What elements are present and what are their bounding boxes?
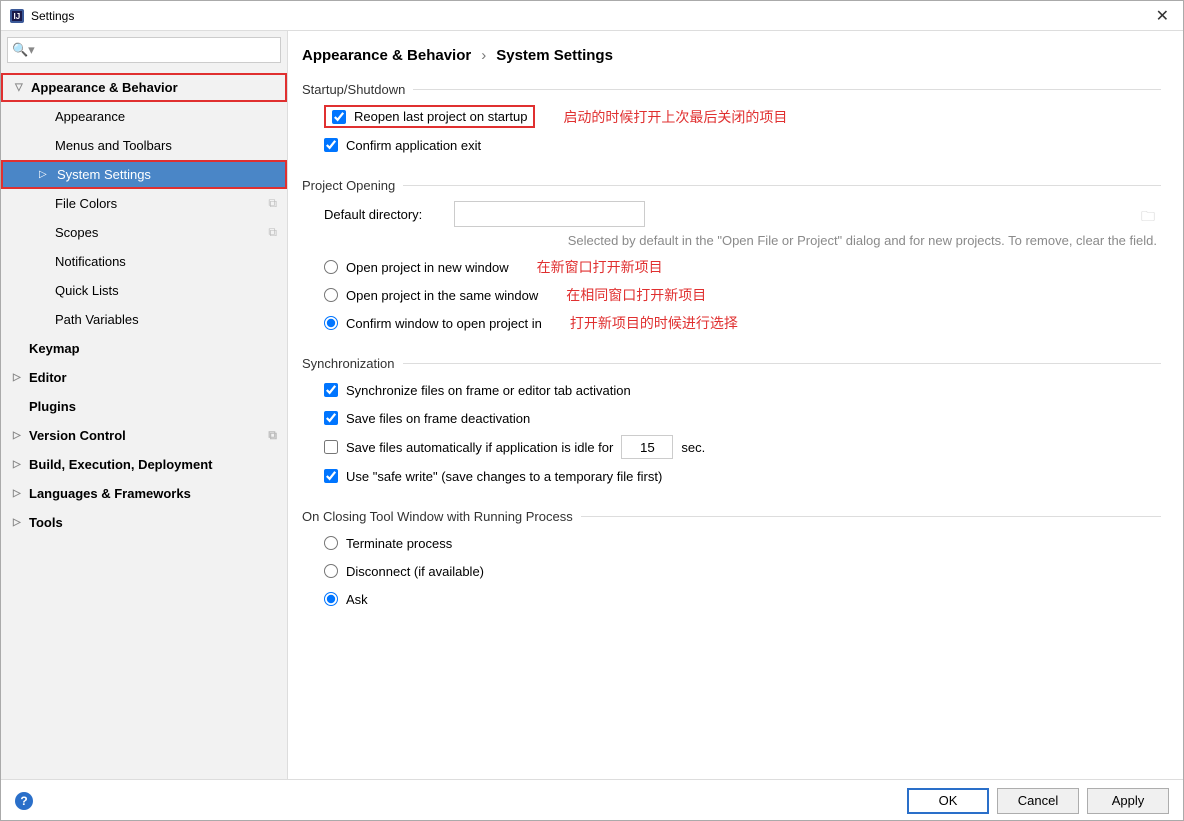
sidebar-item-label: Languages & Frameworks bbox=[29, 486, 191, 501]
sidebar-item-languages-frameworks[interactable]: ▷ Languages & Frameworks bbox=[1, 479, 287, 508]
sidebar-item-appearance[interactable]: Appearance bbox=[1, 102, 287, 131]
section-project-opening: Project Opening bbox=[302, 178, 1161, 193]
save-idle-checkbox[interactable]: Save files automatically if application … bbox=[324, 440, 613, 455]
svg-text:IJ: IJ bbox=[14, 12, 21, 21]
sidebar-item-label: Notifications bbox=[55, 254, 126, 269]
sidebar-item-label: Version Control bbox=[29, 428, 126, 443]
sidebar-item-editor[interactable]: ▷ Editor bbox=[1, 363, 287, 392]
sidebar-item-version-control[interactable]: ▷ Version Control ⧉ bbox=[1, 421, 287, 450]
breadcrumb-sep: › bbox=[481, 47, 486, 64]
scope-icon: ⧉ bbox=[268, 428, 277, 443]
scope-icon: ⧉ bbox=[268, 196, 277, 211]
terminate-radio[interactable]: Terminate process bbox=[324, 536, 452, 551]
sidebar-item-system-settings[interactable]: ▷ System Settings bbox=[1, 160, 287, 189]
sidebar-item-label: Keymap bbox=[29, 341, 80, 356]
section-sync: Synchronization bbox=[302, 356, 1161, 371]
sidebar-item-label: Plugins bbox=[29, 399, 76, 414]
sidebar-item-tools[interactable]: ▷ Tools bbox=[1, 508, 287, 537]
sidebar-item-plugins[interactable]: Plugins bbox=[1, 392, 287, 421]
app-icon: IJ bbox=[9, 8, 25, 24]
sidebar-item-build-execution-deployment[interactable]: ▷ Build, Execution, Deployment bbox=[1, 450, 287, 479]
disconnect-radio[interactable]: Disconnect (if available) bbox=[324, 564, 484, 579]
sidebar-item-menus-and-toolbars[interactable]: Menus and Toolbars bbox=[1, 131, 287, 160]
sidebar-item-notifications[interactable]: Notifications bbox=[1, 247, 287, 276]
ok-button[interactable]: OK bbox=[907, 788, 989, 814]
sidebar-item-label: Build, Execution, Deployment bbox=[29, 457, 212, 472]
search-input-wrap: 🔍▾ bbox=[7, 37, 281, 63]
sidebar-item-file-colors[interactable]: File Colors ⧉ bbox=[1, 189, 287, 218]
default-dir-label: Default directory: bbox=[324, 207, 444, 222]
sidebar-item-label: Editor bbox=[29, 370, 67, 385]
sync-frame-checkbox[interactable]: Synchronize files on frame or editor tab… bbox=[324, 383, 631, 398]
chevron-right-icon: ▷ bbox=[13, 488, 25, 499]
sidebar-item-appearance-behavior[interactable]: ▽ Appearance & Behavior bbox=[1, 73, 287, 102]
open-new-note: 在新窗口打开新项目 bbox=[537, 257, 663, 277]
chevron-right-icon: ▷ bbox=[13, 430, 25, 441]
sidebar-item-keymap[interactable]: Keymap bbox=[1, 334, 287, 363]
breadcrumb: Appearance & Behavior › System Settings bbox=[302, 47, 1161, 64]
save-idle-unit: sec. bbox=[681, 440, 705, 455]
titlebar: IJ Settings ✕ bbox=[1, 1, 1183, 31]
open-confirm-radio[interactable]: Confirm window to open project in bbox=[324, 316, 542, 331]
confirm-exit-checkbox[interactable]: Confirm application exit bbox=[324, 138, 481, 153]
sidebar-item-label: Appearance bbox=[55, 109, 125, 124]
chevron-right-icon: ▷ bbox=[39, 169, 51, 180]
sidebar-item-quick-lists[interactable]: Quick Lists bbox=[1, 276, 287, 305]
close-icon[interactable]: ✕ bbox=[1150, 6, 1175, 26]
section-closing: On Closing Tool Window with Running Proc… bbox=[302, 509, 1161, 524]
sidebar-item-path-variables[interactable]: Path Variables bbox=[1, 305, 287, 334]
chevron-down-icon: ▽ bbox=[15, 82, 27, 93]
open-new-window-radio[interactable]: Open project in new window bbox=[324, 260, 509, 275]
folder-icon[interactable]: 🗀 bbox=[1141, 206, 1155, 230]
window-title: Settings bbox=[31, 9, 74, 23]
scope-icon: ⧉ bbox=[268, 225, 277, 240]
ask-radio[interactable]: Ask bbox=[324, 592, 368, 607]
reopen-note: 启动的时候打开上次最后关闭的项目 bbox=[563, 107, 787, 127]
settings-tree: ▽ Appearance & Behavior Appearance Menus an… bbox=[1, 69, 287, 779]
apply-button[interactable]: Apply bbox=[1087, 788, 1169, 814]
help-icon[interactable]: ? bbox=[15, 792, 33, 810]
default-dir-input[interactable] bbox=[454, 201, 645, 227]
sidebar-item-label: Tools bbox=[29, 515, 63, 530]
sidebar: 🔍▾ ▽ Appearance & Behavior Appearance Menus… bbox=[1, 31, 288, 779]
search-icon: 🔍▾ bbox=[12, 42, 35, 58]
open-same-window-radio[interactable]: Open project in the same window bbox=[324, 288, 538, 303]
search-input[interactable] bbox=[7, 37, 281, 63]
sidebar-item-label: Path Variables bbox=[55, 312, 139, 327]
chevron-right-icon: ▷ bbox=[13, 372, 25, 383]
default-dir-hint: Selected by default in the "Open File or… bbox=[302, 233, 1161, 248]
sidebar-item-label: File Colors bbox=[55, 196, 117, 211]
open-same-note: 在相同窗口打开新项目 bbox=[566, 285, 706, 305]
sidebar-item-scopes[interactable]: Scopes ⧉ bbox=[1, 218, 287, 247]
open-confirm-note: 打开新项目的时候进行选择 bbox=[570, 313, 738, 333]
save-deactivation-checkbox[interactable]: Save files on frame deactivation bbox=[324, 411, 530, 426]
safe-write-checkbox[interactable]: Use "safe write" (save changes to a temp… bbox=[324, 469, 662, 484]
chevron-right-icon: ▷ bbox=[13, 459, 25, 470]
sidebar-item-label: Appearance & Behavior bbox=[31, 80, 178, 95]
footer: ? OK Cancel Apply bbox=[1, 779, 1183, 821]
sidebar-item-label: System Settings bbox=[57, 167, 151, 182]
cancel-button[interactable]: Cancel bbox=[997, 788, 1079, 814]
breadcrumb-root[interactable]: Appearance & Behavior bbox=[302, 47, 471, 64]
chevron-right-icon: ▷ bbox=[13, 517, 25, 528]
sidebar-item-label: Menus and Toolbars bbox=[55, 138, 172, 153]
breadcrumb-leaf: System Settings bbox=[496, 47, 613, 64]
save-idle-seconds-input[interactable] bbox=[621, 435, 673, 459]
section-startup: Startup/Shutdown bbox=[302, 82, 1161, 97]
reopen-last-checkbox[interactable]: Reopen last project on startup bbox=[332, 109, 527, 124]
main-panel: Appearance & Behavior › System Settings … bbox=[288, 31, 1183, 779]
sidebar-item-label: Scopes bbox=[55, 225, 98, 240]
sidebar-item-label: Quick Lists bbox=[55, 283, 119, 298]
